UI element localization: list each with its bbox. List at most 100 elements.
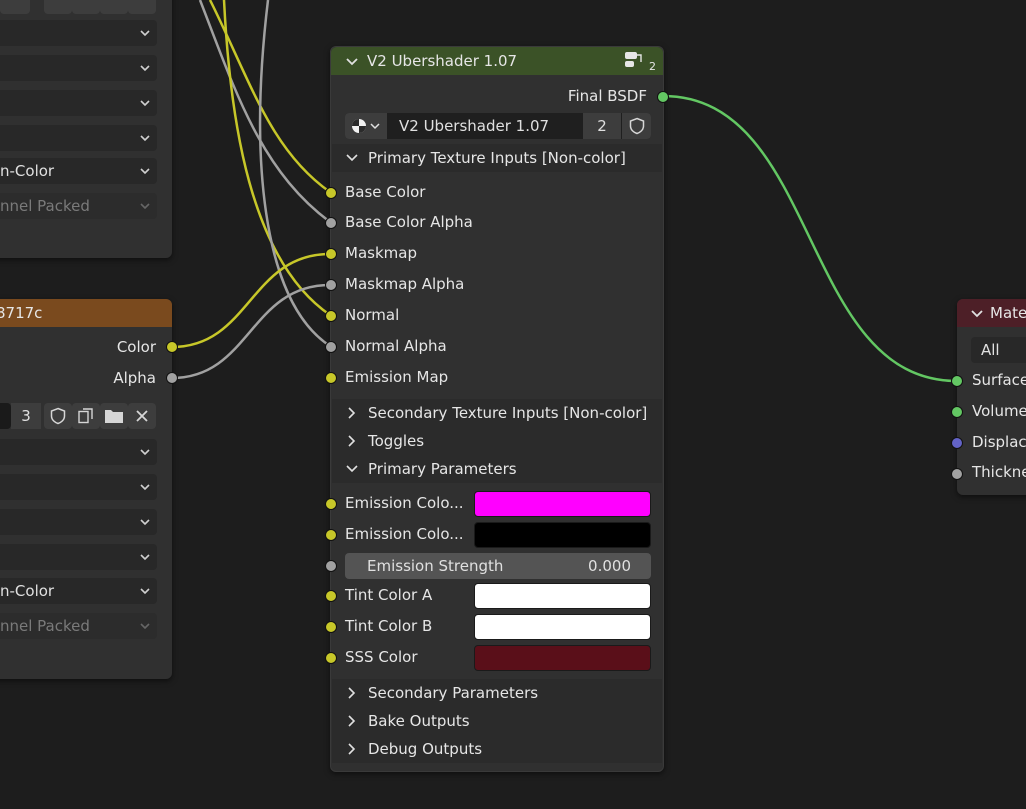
interpolation-dropdown[interactable]: [0, 20, 157, 46]
panel-title: Bake Outputs: [368, 712, 470, 730]
output-alpha-label: Alpha: [113, 369, 156, 387]
link-color-maskmap: [171, 252, 331, 349]
target-value: All: [981, 341, 1000, 359]
panel-secondary-parameters[interactable]: Secondary Parameters: [332, 679, 662, 707]
image-texture-node-bottom[interactable]: 8717c Color Alpha 3 n-Color nnel Packed: [0, 299, 178, 679]
panel-primary-parameters[interactable]: Primary Parameters: [332, 455, 662, 483]
chevron-down-icon: [971, 310, 983, 318]
extension-dropdown[interactable]: [0, 90, 157, 116]
chevron-down-icon: [346, 154, 358, 162]
open-image-button[interactable]: [100, 403, 128, 429]
link-base-color: [208, 0, 331, 194]
chevron-down-icon: [140, 519, 150, 526]
input-volume-socket[interactable]: [951, 406, 963, 418]
projection-dropdown[interactable]: [0, 474, 157, 500]
node-title: 8717c: [0, 304, 43, 322]
input-tint-color-a-socket[interactable]: [325, 590, 337, 602]
chevron-down-icon: [140, 65, 150, 72]
input-emission-color-a-socket[interactable]: [325, 498, 337, 510]
input-base-color-socket[interactable]: [325, 187, 337, 199]
input-base-color-alpha-socket[interactable]: [325, 217, 337, 229]
output-alpha-socket[interactable]: [166, 372, 178, 384]
input-emission-color-b-label: Emission Colo...: [345, 525, 464, 543]
duplicate-image-button[interactable]: [72, 0, 100, 14]
link-final-bsdf-surface: [662, 94, 958, 383]
ubershader-group-node[interactable]: V2 Ubershader 1.07 2 Final BSDF V2 Ubers…: [325, 46, 669, 772]
user-count-field[interactable]: [0, 0, 30, 14]
output-color-socket[interactable]: [166, 341, 178, 353]
user-count-field[interactable]: 2: [583, 113, 621, 139]
unlink-image-button[interactable]: [128, 403, 156, 429]
chevron-down-icon: [140, 623, 150, 630]
panel-title: Secondary Texture Inputs [Non-color]: [368, 404, 648, 422]
shader-sphere-icon: [352, 119, 380, 133]
shield-icon: [50, 407, 66, 425]
input-normal-label: Normal: [345, 306, 400, 324]
duplicate-image-button[interactable]: [72, 403, 100, 429]
node-header[interactable]: V2 Ubershader 1.07 2: [331, 47, 663, 75]
input-normal-alpha-socket[interactable]: [325, 341, 337, 353]
node-group-name[interactable]: V2 Ubershader 1.07: [399, 117, 549, 135]
color-space-value: n-Color: [0, 162, 55, 180]
node-title: V2 Ubershader 1.07: [367, 52, 518, 70]
input-thickness-socket[interactable]: [951, 468, 963, 480]
input-tint-color-a-label: Tint Color A: [345, 586, 433, 604]
projection-dropdown[interactable]: [0, 55, 157, 81]
node-group-user-badge: 2: [649, 60, 656, 73]
interpolation-dropdown[interactable]: [0, 439, 157, 465]
unlink-image-button[interactable]: [128, 0, 156, 14]
output-final-bsdf-socket[interactable]: [657, 91, 669, 103]
input-maskmap-alpha-label: Maskmap Alpha: [345, 275, 465, 293]
input-emission-strength-socket[interactable]: [325, 560, 337, 572]
panel-title: Secondary Parameters: [368, 684, 539, 702]
emission-color-b-swatch[interactable]: [474, 522, 651, 548]
output-final-bsdf-label: Final BSDF: [567, 87, 647, 105]
panel-primary-texture-inputs[interactable]: Primary Texture Inputs [Non-color]: [332, 144, 662, 172]
source-dropdown[interactable]: [0, 125, 157, 151]
panel-debug-outputs[interactable]: Debug Outputs: [332, 735, 662, 763]
node-header[interactable]: 8717c: [0, 299, 172, 327]
extension-dropdown[interactable]: [0, 509, 157, 535]
input-sss-color-socket[interactable]: [325, 652, 337, 664]
duplicate-icon: [78, 408, 93, 424]
fake-user-button[interactable]: [44, 403, 72, 429]
tint-color-a-swatch[interactable]: [474, 583, 651, 609]
input-thickness-label: Thickne: [972, 463, 1026, 481]
user-count-field[interactable]: 3: [11, 403, 41, 429]
source-dropdown[interactable]: [0, 544, 157, 570]
tint-color-b-swatch[interactable]: [474, 614, 651, 640]
emission-color-a-swatch[interactable]: [474, 491, 651, 517]
fake-user-button[interactable]: [622, 113, 651, 139]
chevron-down-icon: [140, 168, 150, 175]
node-tree-type-button[interactable]: [345, 113, 387, 139]
chevron-right-icon: [348, 435, 356, 447]
node-group-selector[interactable]: V2 Ubershader 1.07 2: [345, 113, 651, 139]
color-space-value: n-Color: [0, 582, 55, 600]
alpha-mode-dropdown[interactable]: nnel Packed: [0, 613, 157, 639]
input-displacement-socket[interactable]: [951, 437, 963, 449]
panel-secondary-texture-inputs[interactable]: Secondary Texture Inputs [Non-color]: [332, 399, 662, 427]
image-texture-node-top[interactable]: n-Color nnel Packed: [0, 0, 172, 258]
input-emission-map-socket[interactable]: [325, 372, 337, 384]
color-space-dropdown[interactable]: n-Color: [0, 578, 157, 604]
input-normal-socket[interactable]: [325, 310, 337, 322]
input-base-color-alpha-label: Base Color Alpha: [345, 213, 473, 231]
color-space-dropdown[interactable]: n-Color: [0, 158, 157, 184]
input-surface-label: Surface: [972, 371, 1026, 389]
input-surface-socket[interactable]: [951, 375, 963, 387]
panel-toggles[interactable]: Toggles: [332, 427, 662, 455]
alpha-mode-dropdown[interactable]: nnel Packed: [0, 193, 157, 219]
node-header[interactable]: Mate: [957, 299, 1026, 327]
input-tint-color-b-socket[interactable]: [325, 621, 337, 633]
image-name-field[interactable]: [0, 403, 11, 429]
input-maskmap-socket[interactable]: [325, 248, 337, 260]
emission-strength-slider[interactable]: Emission Strength 0.000: [345, 553, 651, 579]
open-image-button[interactable]: [100, 0, 128, 14]
fake-user-button[interactable]: [44, 0, 72, 14]
sss-color-swatch[interactable]: [474, 645, 651, 671]
input-emission-color-b-socket[interactable]: [325, 529, 337, 541]
panel-bake-outputs[interactable]: Bake Outputs: [332, 707, 662, 735]
target-dropdown[interactable]: All: [971, 337, 1026, 363]
input-maskmap-alpha-socket[interactable]: [325, 279, 337, 291]
material-output-node[interactable]: Mate All Surface Volume Displac Thickne: [951, 299, 1026, 495]
